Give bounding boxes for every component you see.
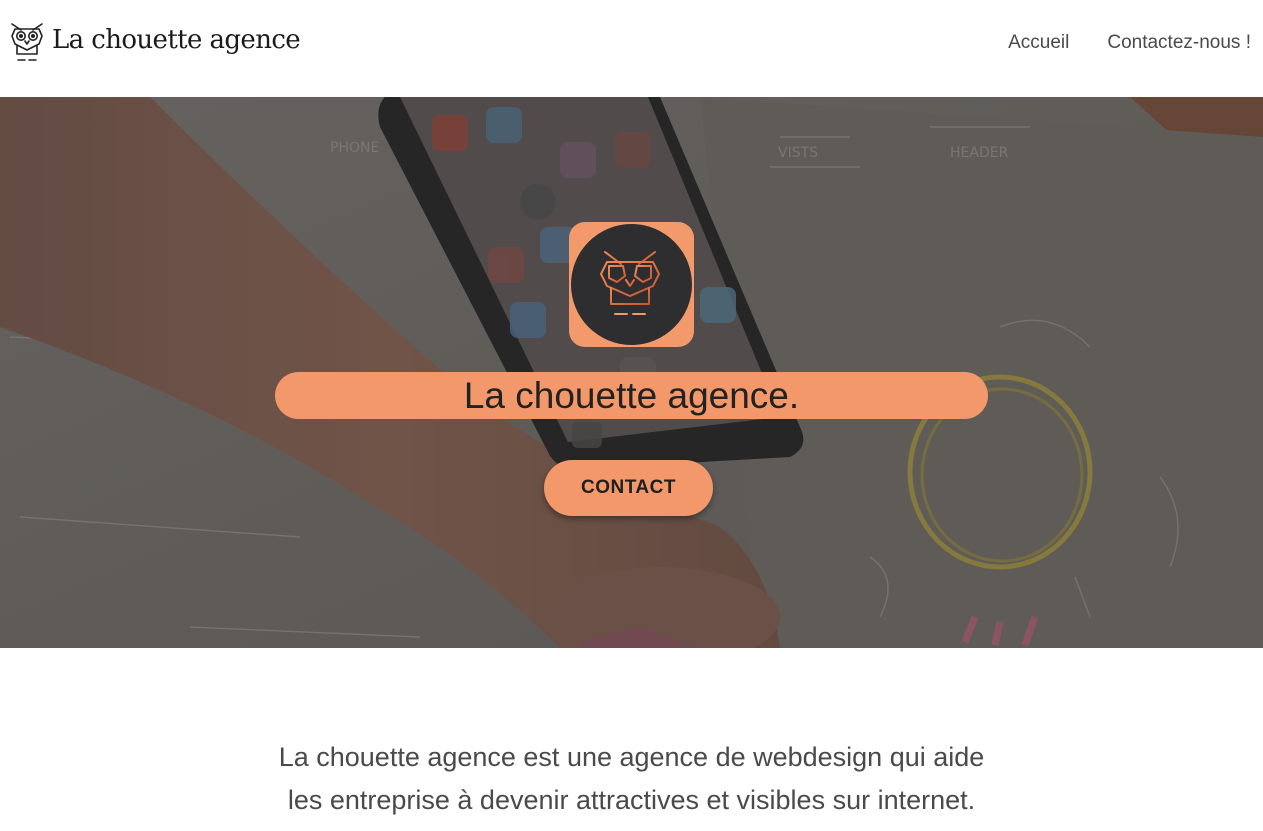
owl-logo-icon [11,23,43,61]
nav-link-contact[interactable]: Contactez-nous ! [1107,32,1251,54]
brand-link[interactable]: La chouette agence [8,20,301,64]
brand-name: La chouette agence [52,25,301,55]
hero-logo [569,222,694,347]
site-header: La chouette agence Accueil Contactez-nou… [0,0,1263,97]
hero-banner: VISTS HEADER PHONE La chouette agence. C… [0,97,1263,648]
intro-text-line-2: les entreprise à devenir attractives et … [287,785,976,815]
nav-link-accueil[interactable]: Accueil [1008,32,1069,54]
hero-title: La chouette agence. [275,372,988,419]
main-nav: Accueil Contactez-nous ! [1008,32,1251,54]
contact-button[interactable]: CONTACT [544,460,713,516]
owl-icon [600,251,660,315]
intro-text-line-1: La chouette agence est une agence de web… [278,742,985,772]
intro-section: La chouette agence est une agence de web… [0,736,1263,822]
